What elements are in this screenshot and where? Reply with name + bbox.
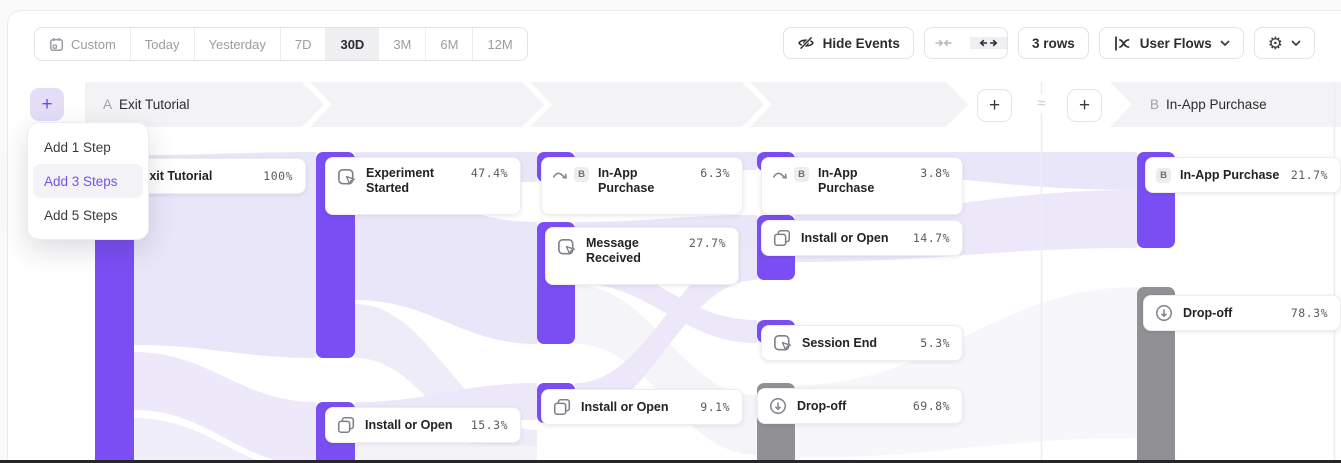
step-header-segment[interactable]	[530, 82, 764, 127]
date-range-7d[interactable]: 7D	[280, 28, 326, 60]
click-icon	[556, 237, 577, 258]
menu-item-add-5-steps[interactable]: Add 5 Steps	[33, 198, 143, 232]
node-value: 69.8%	[913, 399, 950, 414]
node-value: 27.7%	[689, 236, 726, 251]
node-value: 78.3%	[1291, 306, 1328, 321]
add-step-button-active[interactable]: +	[30, 88, 64, 121]
flow-node-card-install-or-open-4[interactable]: Install or Open 14.7%	[761, 220, 963, 256]
node-label: Message Received	[586, 236, 680, 266]
node-label: Drop-off	[797, 399, 904, 414]
step-b-badge: B	[574, 167, 589, 182]
node-value: 15.3%	[471, 418, 508, 433]
menu-item-add-1-step[interactable]: Add 1 Step	[33, 130, 143, 164]
flow-node-card-session-end[interactable]: Session End 5.3%	[761, 325, 963, 361]
gear-icon: ⚙	[1268, 35, 1283, 52]
node-label: Install or Open	[801, 231, 904, 246]
date-range-today[interactable]: Today	[130, 28, 194, 60]
gap-separator: ≈	[1031, 94, 1052, 113]
node-label: In-App Purchase	[598, 166, 691, 196]
step-b-badge: B	[794, 167, 809, 182]
add-step-before-b-button[interactable]: +	[1067, 89, 1102, 122]
add-steps-menu: Add 1 Step Add 3 Steps Add 5 Steps	[27, 122, 149, 240]
user-flows-icon	[1113, 35, 1132, 52]
flow-node-card-exit-tutorial[interactable]: Exit Tutorial 100%	[126, 158, 306, 194]
flow-ribbon[interactable]	[795, 287, 1137, 458]
flow-node-card-in-app-purchase-4[interactable]: B In-App Purchase 3.8%	[761, 157, 963, 215]
collapse-arrows-icon	[935, 37, 952, 49]
flow-node-card-drop-off-4[interactable]: Drop-off 69.8%	[757, 388, 963, 424]
date-range-12m[interactable]: 12M	[472, 28, 526, 60]
date-range-30d-selected[interactable]: 30D	[325, 28, 378, 60]
rows-label: 3 rows	[1032, 36, 1075, 51]
node-value: 5.3%	[920, 336, 950, 351]
step-header-segment[interactable]	[310, 82, 544, 127]
expand-arrows-icon	[979, 37, 998, 49]
date-range-custom[interactable]: Custom	[35, 28, 130, 60]
date-range-yesterday[interactable]: Yesterday	[194, 28, 280, 60]
dropoff-icon	[768, 396, 788, 416]
hide-events-label: Hide Events	[823, 36, 900, 51]
date-range-3m[interactable]: 3M	[378, 28, 425, 60]
view-mode-dropdown[interactable]: User Flows	[1099, 27, 1244, 59]
node-value: 47.4%	[471, 166, 508, 181]
node-label: Install or Open	[365, 418, 462, 433]
date-range-picker: Custom Today Yesterday 7D 30D 3M 6M 12M	[34, 27, 528, 61]
flow-node-card-in-app-purchase-b[interactable]: B In-App Purchase 21.7%	[1145, 157, 1341, 193]
chevron-down-icon	[1220, 40, 1230, 46]
node-value: 14.7%	[913, 231, 950, 246]
view-mode-label: User Flows	[1140, 36, 1212, 51]
node-label: Experiment Started	[366, 166, 462, 196]
step-header-segment-b[interactable]	[1110, 82, 1341, 127]
add-step-after-button[interactable]: +	[977, 89, 1012, 122]
flow-node-card-experiment-started[interactable]: Experiment Started 47.4%	[325, 157, 521, 215]
indirect-arrow-icon	[772, 168, 789, 181]
node-label: Exit Tutorial	[141, 169, 254, 184]
node-label: Install or Open	[581, 400, 691, 415]
spacing-toggle	[924, 27, 1008, 59]
click-icon	[772, 333, 793, 354]
indirect-arrow-icon	[552, 168, 569, 181]
node-label: Session End	[802, 336, 911, 351]
flow-node-card-install-or-open-2[interactable]: Install or Open 15.3%	[325, 407, 521, 443]
hide-events-button[interactable]: Hide Events	[783, 27, 914, 59]
flow-node-card-in-app-purchase-3[interactable]: B In-App Purchase 6.3%	[541, 157, 743, 215]
user-flows-screen: Custom Today Yesterday 7D 30D 3M 6M 12M …	[0, 0, 1341, 463]
step-header-segment[interactable]	[750, 82, 968, 127]
step-b-badge: B	[1156, 168, 1171, 183]
node-value: 6.3%	[700, 166, 730, 181]
flow-node-card-install-or-open-3[interactable]: Install or Open 9.1%	[541, 389, 743, 425]
click-icon	[336, 167, 357, 188]
date-range-label: Custom	[71, 37, 116, 52]
toolbar-right: Hide Events 3 rows	[783, 27, 1315, 59]
node-value: 100%	[263, 169, 293, 184]
menu-item-add-3-steps-highlighted[interactable]: Add 3 Steps	[33, 164, 143, 198]
flow-node-card-message-received[interactable]: Message Received 27.7%	[545, 227, 739, 285]
window-icon	[552, 397, 572, 417]
calendar-icon	[49, 37, 64, 52]
step-header-segment[interactable]	[85, 82, 324, 127]
node-label: In-App Purchase	[818, 166, 911, 196]
rows-button[interactable]: 3 rows	[1018, 27, 1089, 59]
node-label: In-App Purchase	[1180, 168, 1282, 183]
expand-columns-button[interactable]	[970, 37, 1007, 49]
node-value: 9.1%	[700, 400, 730, 415]
settings-dropdown[interactable]: ⚙	[1254, 27, 1315, 59]
date-range-6m[interactable]: 6M	[425, 28, 472, 60]
node-value: 3.8%	[920, 166, 950, 181]
window-icon	[336, 415, 356, 435]
flow-node-card-drop-off-b[interactable]: Drop-off 78.3%	[1143, 295, 1341, 331]
window-icon	[772, 228, 792, 248]
eye-off-icon	[797, 35, 815, 51]
node-value: 21.7%	[1291, 168, 1328, 183]
node-label: Drop-off	[1183, 306, 1282, 321]
collapse-columns-button[interactable]	[925, 37, 962, 49]
chevron-down-icon	[1291, 40, 1301, 46]
dropoff-icon	[1154, 303, 1174, 323]
